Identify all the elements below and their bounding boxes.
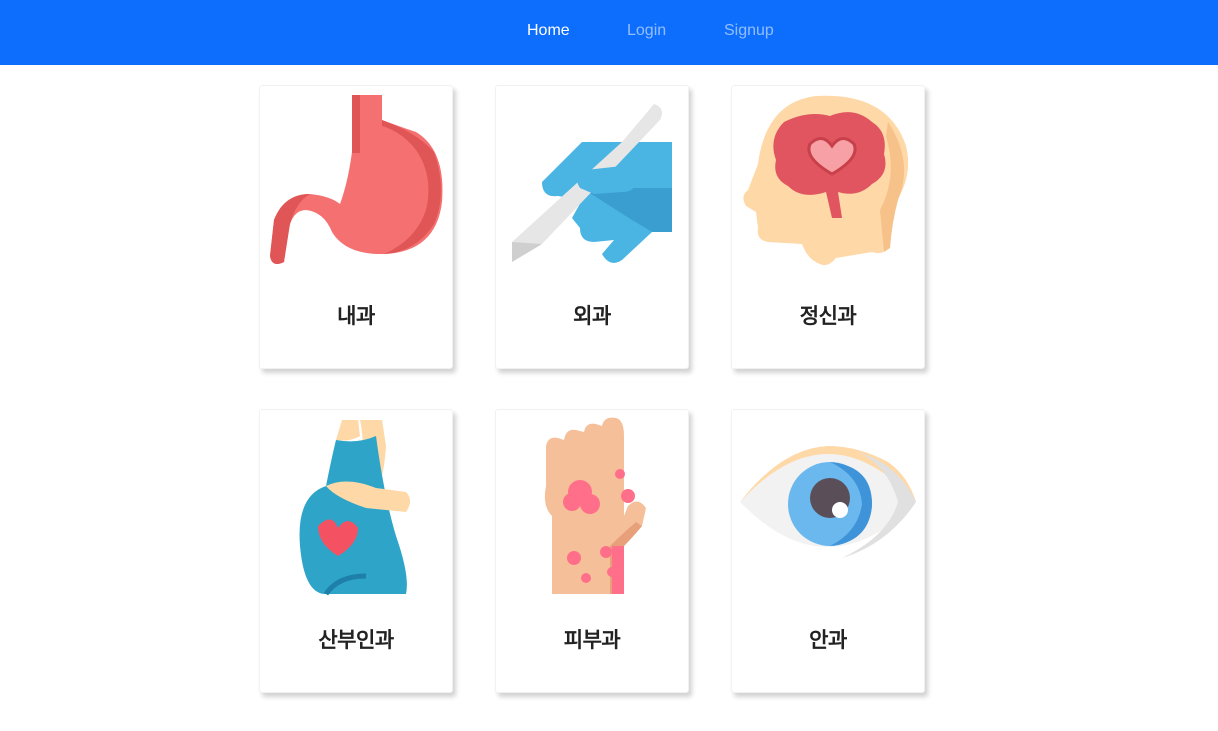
department-label: 산부인과 [318, 628, 394, 652]
nav-signup-link[interactable]: Signup [724, 21, 774, 41]
top-navbar: Home Login Signup [0, 0, 1218, 65]
department-label: 안과 [809, 628, 847, 652]
department-card-internal[interactable]: 내과 [259, 85, 453, 369]
nav-home-link[interactable]: Home [527, 21, 570, 41]
department-label: 내과 [337, 304, 375, 328]
department-card-obgyn[interactable]: 산부인과 [259, 409, 453, 693]
brain-head-icon [743, 95, 909, 266]
department-card-ophthalmology[interactable]: 안과 [731, 409, 925, 693]
skin-rash-hand-icon [544, 417, 646, 594]
department-card-psychiatry[interactable]: 정신과 [731, 85, 925, 369]
department-label: 정신과 [799, 304, 857, 328]
scalpel-glove-icon [512, 104, 672, 263]
department-card-dermatology[interactable]: 피부과 [495, 409, 689, 693]
department-label: 외과 [573, 304, 611, 328]
stomach-icon [270, 95, 443, 264]
eye-icon [740, 446, 916, 558]
nav-login-link[interactable]: Login [627, 21, 666, 41]
department-card-surgery[interactable]: 외과 [495, 85, 689, 369]
department-label: 피부과 [563, 628, 621, 652]
pregnant-woman-icon [299, 420, 410, 596]
